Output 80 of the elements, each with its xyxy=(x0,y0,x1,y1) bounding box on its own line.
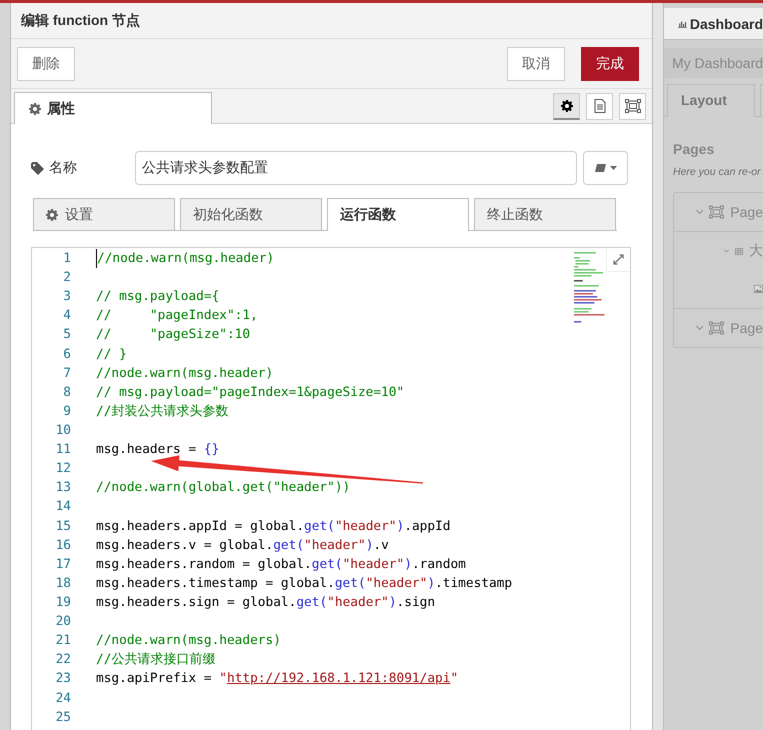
line-number: 17 xyxy=(54,556,71,574)
item-label: 大 xyxy=(749,242,763,260)
line-number: 3 xyxy=(62,288,71,306)
frame-icon xyxy=(709,205,724,219)
item-label: Page xyxy=(730,320,763,336)
line-number: 5 xyxy=(62,326,71,344)
line-number: 1 xyxy=(62,250,71,268)
code-line: msg.headers.v = global.get("header").v xyxy=(96,536,389,555)
frame-icon xyxy=(709,321,724,335)
code-line: // msg.payload={ xyxy=(96,288,220,306)
code-line: //封装公共请求头参数 xyxy=(96,402,228,421)
line-number: 16 xyxy=(54,536,71,555)
line-number: 8 xyxy=(62,384,71,402)
tool-button[interactable] xyxy=(619,92,646,120)
line-number: 22 xyxy=(54,651,71,670)
line-number: 23 xyxy=(54,670,71,688)
code-line: //node.warn(msg.headers) xyxy=(96,632,281,650)
code-tab[interactable]: 终止函数 xyxy=(474,198,616,230)
line-number: 15 xyxy=(54,518,71,536)
code-line: // } xyxy=(96,346,127,364)
line-number: 21 xyxy=(54,632,71,650)
code-tab[interactable]: 设置 xyxy=(33,198,175,230)
line-number: 19 xyxy=(54,594,71,612)
line-number: 14 xyxy=(54,498,71,516)
library-button[interactable] xyxy=(583,151,628,185)
code-line: //公共请求接口前缀 xyxy=(96,651,216,670)
line-number: 4 xyxy=(62,307,71,326)
line-number: 25 xyxy=(54,708,71,727)
grid-icon xyxy=(734,246,743,256)
splitter-handle[interactable] xyxy=(653,3,664,730)
code-line: msg.apiPrefix = "http://192.168.1.121:8091/api" xyxy=(96,670,458,688)
cancel-button[interactable]: 取消 xyxy=(507,46,565,80)
line-number: 10 xyxy=(54,422,71,440)
code-line: //node.warn(msg.header) xyxy=(96,364,274,383)
gear-icon xyxy=(46,208,58,220)
tag-icon xyxy=(31,162,44,174)
line-number: 24 xyxy=(54,690,71,708)
expand-icon xyxy=(613,254,624,265)
code-line: msg.headers.random = global.get("header").random xyxy=(96,556,466,574)
line-number: 13 xyxy=(54,479,71,498)
line-number: 2 xyxy=(62,269,71,288)
code-line: //node.warn(global.get("header")) xyxy=(96,479,350,498)
tab-label: Dashboard xyxy=(690,16,763,32)
field-label: 名称 xyxy=(49,159,77,177)
line-number: 18 xyxy=(54,574,71,593)
name-field[interactable]: 公共请求头参数配置 xyxy=(135,151,577,185)
line-number: 12 xyxy=(54,460,71,478)
section-heading: Pages xyxy=(672,141,716,157)
code-tab[interactable]: 初始化函数 xyxy=(180,198,322,230)
line-number: 20 xyxy=(54,613,71,632)
line-number: 6 xyxy=(62,346,71,364)
hint-text: Here you can re-or xyxy=(672,166,762,178)
properties-tab[interactable]: 属性 xyxy=(14,92,212,124)
gear-icon xyxy=(29,102,41,114)
code-tab[interactable]: 运行函数 xyxy=(327,198,469,231)
line-number: 11 xyxy=(54,441,71,460)
item-label: Page xyxy=(730,204,763,220)
delete-button[interactable]: 删除 xyxy=(17,46,75,80)
code-line: // "pageSize":10 xyxy=(96,326,250,344)
line-number: 7 xyxy=(62,364,71,383)
code-line: msg.headers.sign = global.get("header").sign xyxy=(96,594,436,612)
code-line: // msg.payload="pageIndex=1&pageSize=10" xyxy=(96,384,404,402)
dialog-title: 编辑 function 节点 xyxy=(11,3,652,39)
gear-icon xyxy=(560,100,572,112)
expand-button[interactable] xyxy=(606,248,630,272)
code-line: msg.headers.timestamp = global.get("header").timestamp xyxy=(96,574,512,593)
code-line: // "pageIndex":1, xyxy=(96,307,258,326)
dashboard-title: My Dashboard xyxy=(664,48,763,78)
code-line: //node.warn(msg.header) xyxy=(96,249,274,268)
image-icon xyxy=(754,283,763,295)
tool-button[interactable] xyxy=(586,92,613,120)
frame-icon xyxy=(624,99,640,113)
dashboard-tab[interactable]: Dashboard xyxy=(664,8,763,40)
code-line: msg.headers = {} xyxy=(96,441,220,460)
caret-icon xyxy=(610,166,616,170)
document-icon xyxy=(594,99,606,113)
code-line: msg.headers.appId = global.get("header").appId xyxy=(96,518,450,536)
done-button[interactable]: 完成 xyxy=(581,46,639,80)
line-number: 9 xyxy=(62,402,71,421)
tool-button[interactable] xyxy=(553,92,580,120)
